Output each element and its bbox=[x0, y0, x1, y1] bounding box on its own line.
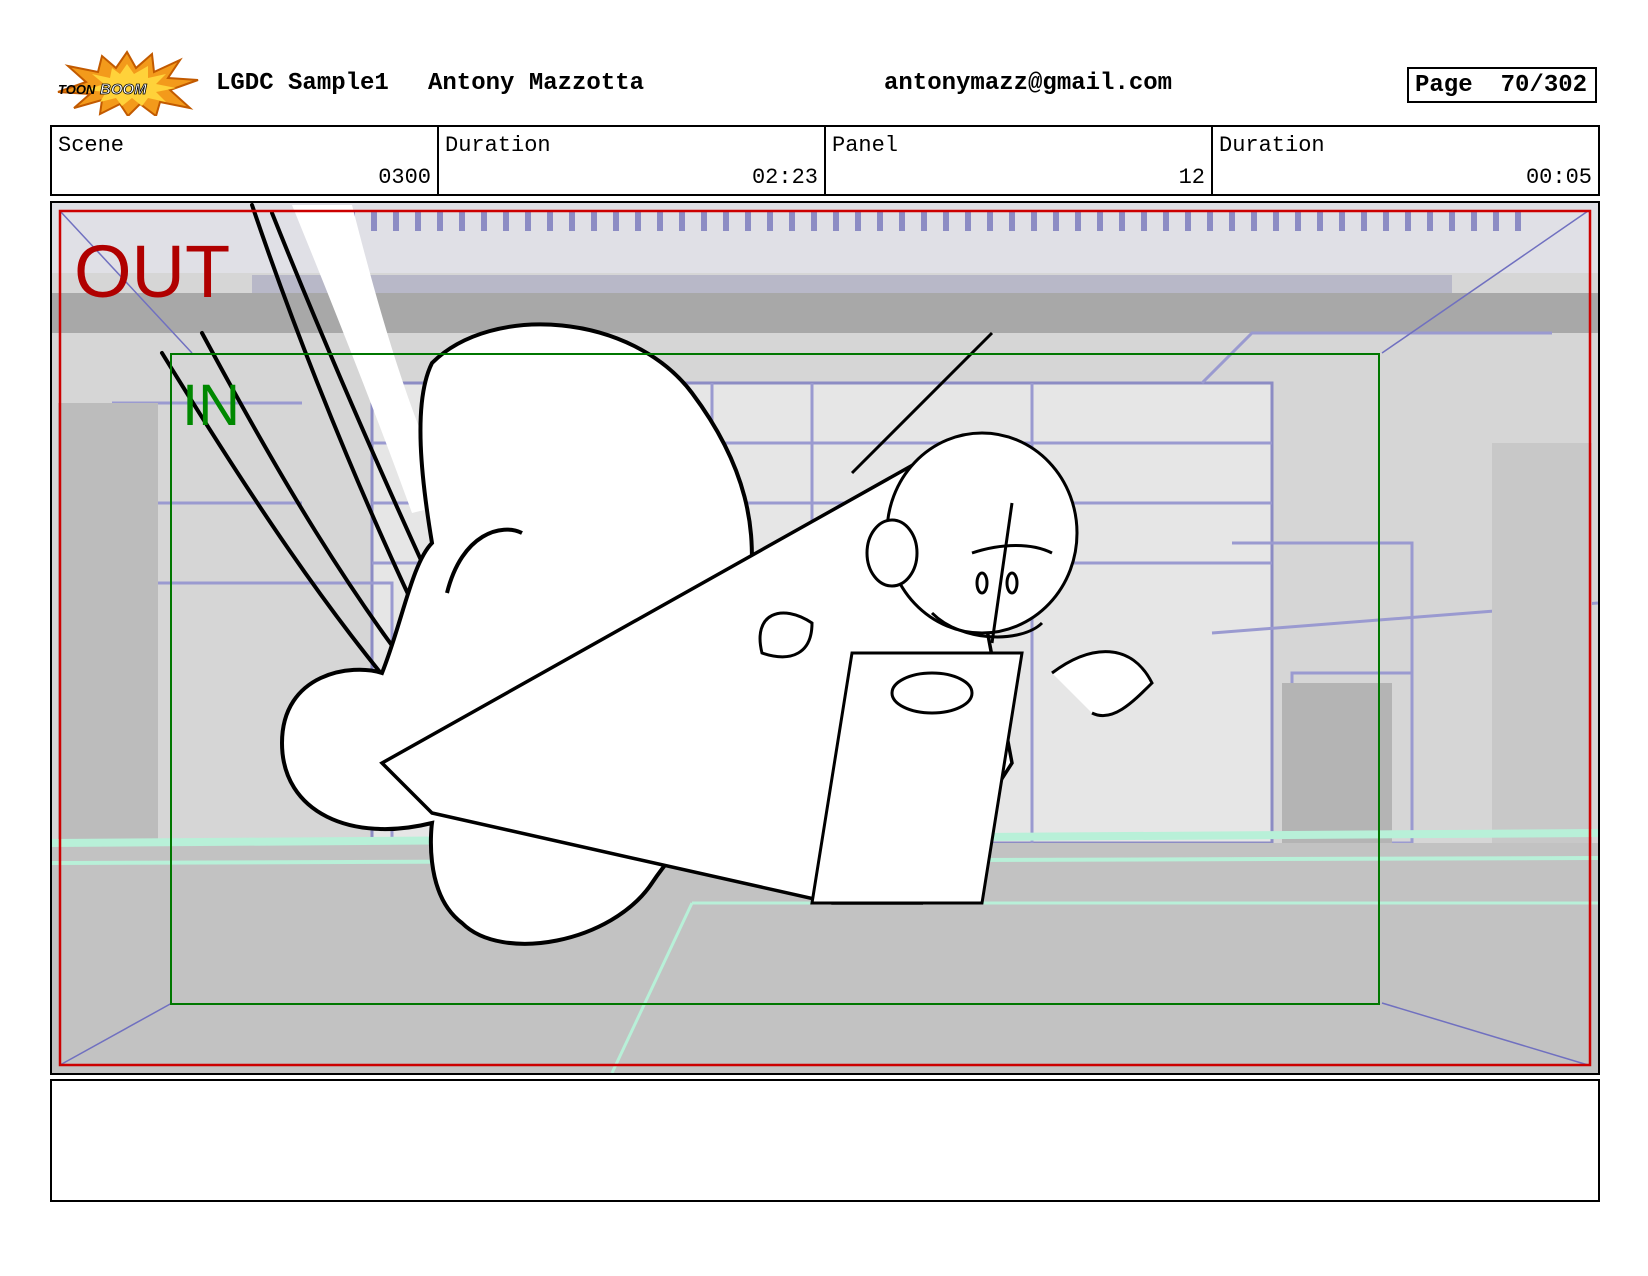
svg-text:TOON: TOON bbox=[58, 82, 96, 97]
storyboard-panel: OUT IN bbox=[50, 201, 1600, 1075]
page-number: 70/302 bbox=[1500, 71, 1588, 99]
scene-cell: Scene 0300 bbox=[52, 127, 439, 194]
scene-duration-cell: Duration 02:23 bbox=[439, 127, 826, 194]
scene-value: 0300 bbox=[378, 165, 431, 190]
scene-label: Scene bbox=[58, 133, 125, 158]
page-label: Page bbox=[1415, 71, 1473, 99]
project-title: LGDC Sample1 bbox=[216, 70, 389, 97]
in-frame-label: IN bbox=[182, 373, 240, 438]
scene-duration-label: Duration bbox=[445, 133, 551, 158]
panel-notes bbox=[50, 1079, 1600, 1202]
panel-label: Panel bbox=[832, 133, 899, 158]
page-indicator: Page 70/302 bbox=[1407, 67, 1597, 103]
scene-duration-value: 02:23 bbox=[751, 165, 818, 190]
svg-text:BOOM: BOOM bbox=[100, 81, 147, 98]
panel-value: 12 bbox=[1178, 165, 1205, 190]
author-name: Antony Mazzotta bbox=[428, 70, 645, 97]
panel-duration-cell: Duration 00:05 bbox=[1213, 127, 1598, 194]
toon-boom-logo: TOON BOOM bbox=[52, 50, 202, 118]
panel-cell: Panel 12 bbox=[826, 127, 1213, 194]
panel-drawing: OUT IN bbox=[52, 203, 1598, 1073]
panel-duration-label: Duration bbox=[1219, 133, 1325, 158]
panel-duration-value: 00:05 bbox=[1525, 165, 1592, 190]
author-email: antonymazz@gmail.com bbox=[884, 70, 1173, 97]
scene-info-table: Scene 0300 Duration 02:23 Panel 12 Durat… bbox=[50, 125, 1600, 196]
out-frame-label: OUT bbox=[74, 230, 230, 313]
